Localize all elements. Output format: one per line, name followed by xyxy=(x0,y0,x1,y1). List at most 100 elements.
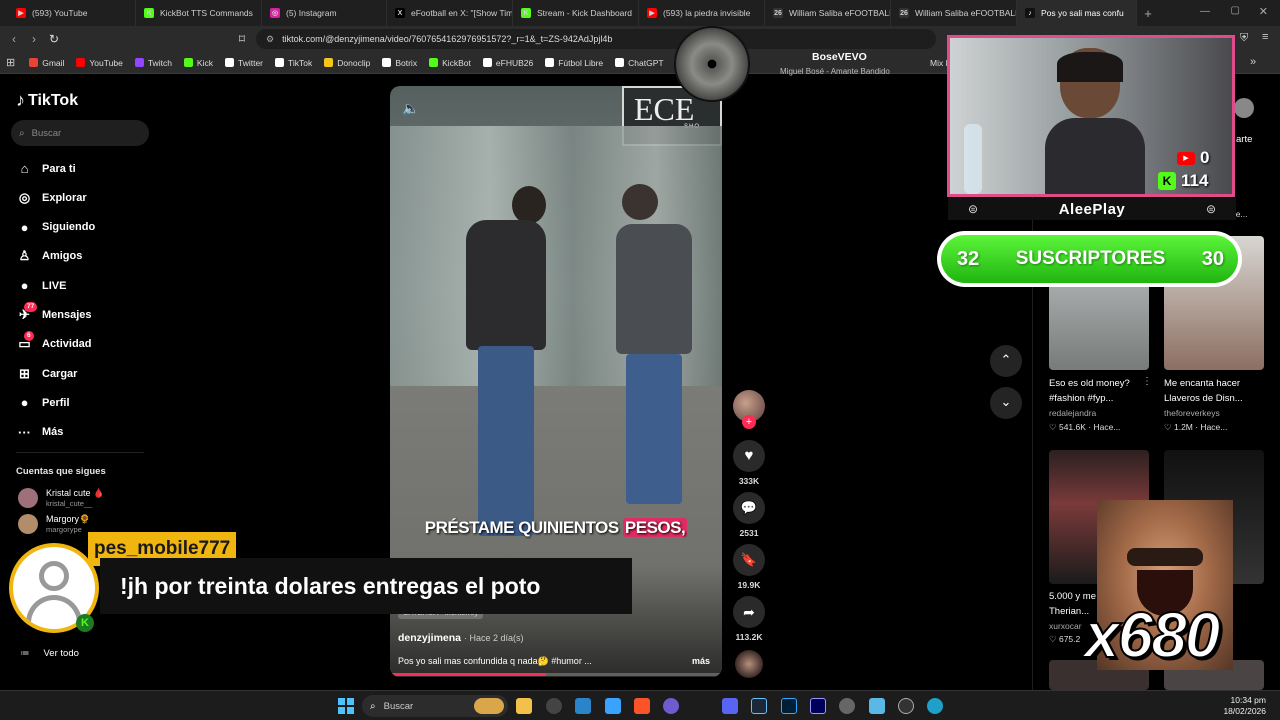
app-icon-2[interactable] xyxy=(663,698,679,714)
photoshop-icon[interactable] xyxy=(781,698,797,714)
following-item[interactable]: Kristal cute 🩸 kristal_cute__ xyxy=(18,488,104,508)
search-icon: ⌕ xyxy=(19,127,25,139)
search-input[interactable]: ⌕ Buscar xyxy=(11,120,149,146)
caption-more-link[interactable]: más xyxy=(692,656,710,666)
comment-button[interactable]: 💬 xyxy=(733,492,765,524)
nav-item-live[interactable]: ● LIVE xyxy=(16,277,67,294)
reload-button[interactable]: ↻ xyxy=(44,29,64,49)
file-explorer-icon[interactable] xyxy=(516,698,532,714)
bookmark-10[interactable]: Fútbol Libre xyxy=(545,58,603,68)
bookmark-favicon-icon xyxy=(429,58,439,67)
tab-favicon-icon: X xyxy=(395,8,405,18)
taskbar-search[interactable]: ⌕ Buscar xyxy=(362,695,508,717)
recommended-caption-2a: Me encanta hacer xyxy=(1164,378,1241,389)
premiere-icon[interactable] xyxy=(810,698,826,714)
bookmark-0[interactable]: Gmail xyxy=(29,58,64,68)
top-right-avatar[interactable] xyxy=(1234,98,1254,118)
minimize-button[interactable]: — xyxy=(1200,6,1210,17)
tab-1[interactable]: ▶ (593) YouTube xyxy=(8,0,136,26)
bookmark-5[interactable]: TikTok xyxy=(275,58,312,68)
clock-time[interactable]: 10:34 pm xyxy=(1231,695,1266,705)
bookmark-6[interactable]: Donoclip xyxy=(324,58,370,68)
back-button[interactable]: ‹ xyxy=(4,29,24,49)
url-text: tiktok.com/@denzyjimena/video/7607654162… xyxy=(282,34,613,44)
apps-icon[interactable]: ⊞ xyxy=(6,56,15,69)
bookmarks-chevron-icon[interactable]: » xyxy=(1250,56,1256,68)
volume-icon[interactable]: 🔈 xyxy=(402,100,419,117)
brave-icon[interactable] xyxy=(634,698,650,714)
recommended-user-3[interactable]: xurxocar xyxy=(1049,621,1082,631)
tab-favicon-icon: 26 xyxy=(773,8,783,18)
bookmark-1[interactable]: YouTube xyxy=(76,58,123,68)
forward-button[interactable]: › xyxy=(24,29,44,49)
follow-button[interactable]: + xyxy=(742,415,756,429)
bookmark-icon[interactable]: ⌑ xyxy=(232,29,252,49)
start-button[interactable] xyxy=(338,698,354,714)
bookmark-2[interactable]: Twitch xyxy=(134,58,172,68)
tab-4[interactable]: XeFootball en X: "[Show Tim xyxy=(387,0,513,26)
tab-5[interactable]: K Stream - Kick Dashboard xyxy=(513,0,639,26)
recommended-user-2[interactable]: theforeverkeys xyxy=(1164,408,1220,418)
app-icon[interactable] xyxy=(605,698,621,714)
address-bar[interactable]: ⚙ tiktok.com/@denzyjimena/video/76076541… xyxy=(256,29,936,49)
nav-item-para-ti[interactable]: ⌂ Para ti xyxy=(16,160,76,177)
following-item[interactable]: Margory🌻 margorype xyxy=(18,514,90,534)
discord-icon[interactable] xyxy=(722,698,738,714)
close-window-button[interactable]: ✕ xyxy=(1259,5,1268,18)
more-options-icon[interactable]: ⋮ xyxy=(1142,376,1152,387)
subs-left-count: 32 xyxy=(957,247,980,270)
bookmark-7[interactable]: Botrix xyxy=(382,58,417,68)
nav-item-siguiendo[interactable]: ● Siguiendo xyxy=(16,219,96,236)
video-progress-track[interactable] xyxy=(390,673,722,676)
maximize-button[interactable]: ▢ xyxy=(1231,5,1240,16)
tab-favicon-icon: 26 xyxy=(899,8,909,18)
bookmark-4[interactable]: Twitter xyxy=(224,58,263,68)
nav-item-actividad[interactable]: ▭ 6 Actividad xyxy=(16,330,92,353)
next-video-button[interactable]: ⌄ xyxy=(990,387,1022,419)
tab-3[interactable]: ◎ (5) Instagram xyxy=(262,0,387,26)
nav-item-amigos[interactable]: ♙ Amigos xyxy=(16,248,83,265)
share-icon: ➦ xyxy=(743,604,755,620)
tab-8[interactable]: 26 William Saliba eFOOTBALL xyxy=(891,0,1017,26)
steam-icon[interactable] xyxy=(751,698,767,714)
shield-icon[interactable]: ⛨ xyxy=(1240,32,1248,45)
bookmark-list: Gmail YouTube Twitch Kick Twitter TikTok Donoc… xyxy=(29,58,675,68)
nav-item-cargar[interactable]: ⊞ Cargar xyxy=(16,365,77,382)
tiktok-logo[interactable]: ♪ TikTok xyxy=(16,90,78,111)
obs-icon[interactable] xyxy=(546,698,562,714)
edge-icon[interactable] xyxy=(927,698,943,714)
recommended-user-1[interactable]: redalejandra xyxy=(1049,408,1096,418)
tab-9[interactable]: ♪ Pos yo sali mas confu xyxy=(1017,0,1137,26)
sound-disc[interactable] xyxy=(735,650,763,678)
tab-2[interactable]: K KickBot TTS Commands xyxy=(136,0,262,26)
media-player-icon[interactable] xyxy=(898,698,914,714)
nav-item-mensajes[interactable]: ✈ 77 Mensajes xyxy=(16,301,92,324)
nav-item-perfil[interactable]: ● Perfil xyxy=(16,394,70,411)
nav-item-m-s[interactable]: ··· Más xyxy=(16,424,63,441)
see-all-link[interactable]: ≔ Ver todo xyxy=(20,648,79,659)
menu-icon[interactable]: ≡ xyxy=(1262,31,1268,43)
tab-7[interactable]: 26 William Saliba eFOOTBALL xyxy=(765,0,891,26)
bookmark-3[interactable]: Kick xyxy=(183,58,213,68)
tab-6[interactable]: ▶ (593) la piedra invisible xyxy=(639,0,765,26)
music-track: Miguel Bosé - Amante Bandido xyxy=(780,67,890,76)
bookmark-9[interactable]: eFHUB26 xyxy=(482,58,533,68)
settings-icon[interactable] xyxy=(839,698,855,714)
share-button[interactable]: ➦ xyxy=(733,596,765,628)
site-info-icon[interactable]: ⚙ xyxy=(266,34,274,45)
vscode-icon[interactable] xyxy=(575,698,591,714)
nav-item-explorar[interactable]: ◎ Explorar xyxy=(16,189,87,206)
bookmark-favicon-icon xyxy=(324,58,334,67)
new-tab-button[interactable]: + xyxy=(1137,6,1159,21)
like-button[interactable]: ♥ xyxy=(733,440,765,472)
video-author[interactable]: denzyjimena xyxy=(398,632,461,644)
clock-date[interactable]: 18/02/2026 xyxy=(1223,706,1266,716)
notepad-icon[interactable] xyxy=(869,698,885,714)
user-silhouette-icon xyxy=(39,561,69,591)
compass-icon: ◎ xyxy=(18,189,31,205)
bookmark-8[interactable]: KickBot xyxy=(429,58,471,68)
save-button[interactable]: 🔖 xyxy=(733,544,765,576)
save-count: 19.9K xyxy=(737,580,761,590)
previous-video-button[interactable]: ⌃ xyxy=(990,345,1022,377)
bookmark-11[interactable]: ChatGPT xyxy=(615,58,664,68)
